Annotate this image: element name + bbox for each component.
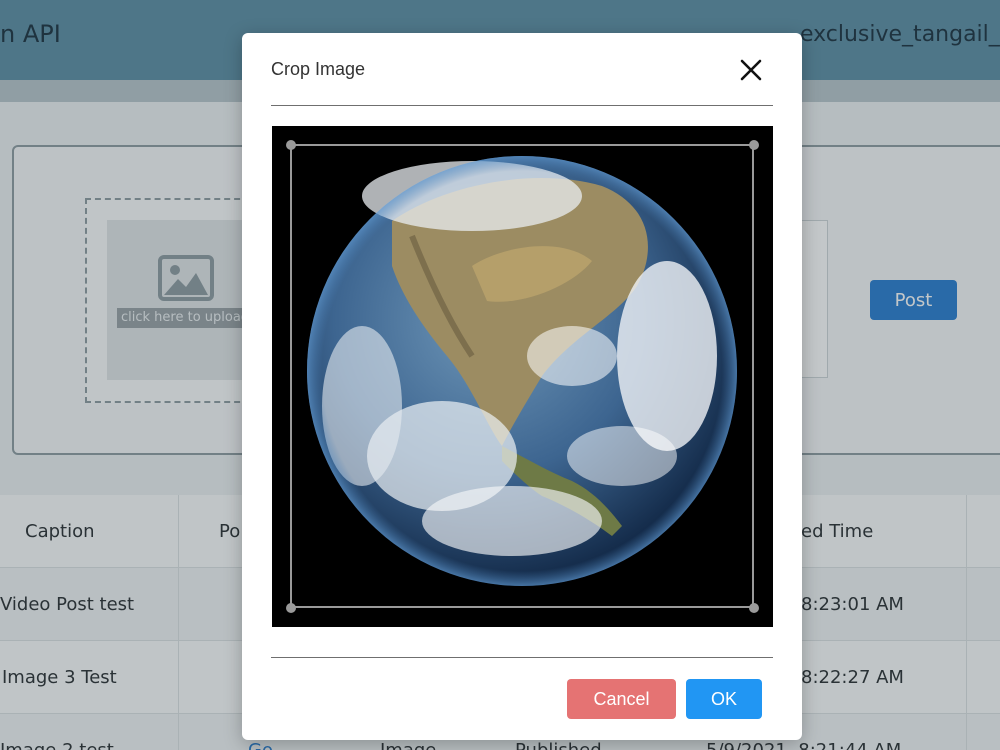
crop-selection-box[interactable] [290,144,754,608]
modal-title: Crop Image [271,59,366,79]
cancel-button[interactable]: Cancel [567,679,676,719]
ok-button[interactable]: OK [686,679,762,719]
modal-header-divider [271,105,773,106]
crop-handle-bottom-right[interactable] [749,603,759,613]
crop-canvas[interactable] [272,126,773,627]
close-icon[interactable] [736,55,766,85]
crop-handle-top-right[interactable] [749,140,759,150]
crop-handle-bottom-left[interactable] [286,603,296,613]
modal-footer-divider [271,657,773,658]
crop-handle-top-left[interactable] [286,140,296,150]
crop-image-modal: Crop Image Cancel OK [242,33,802,740]
